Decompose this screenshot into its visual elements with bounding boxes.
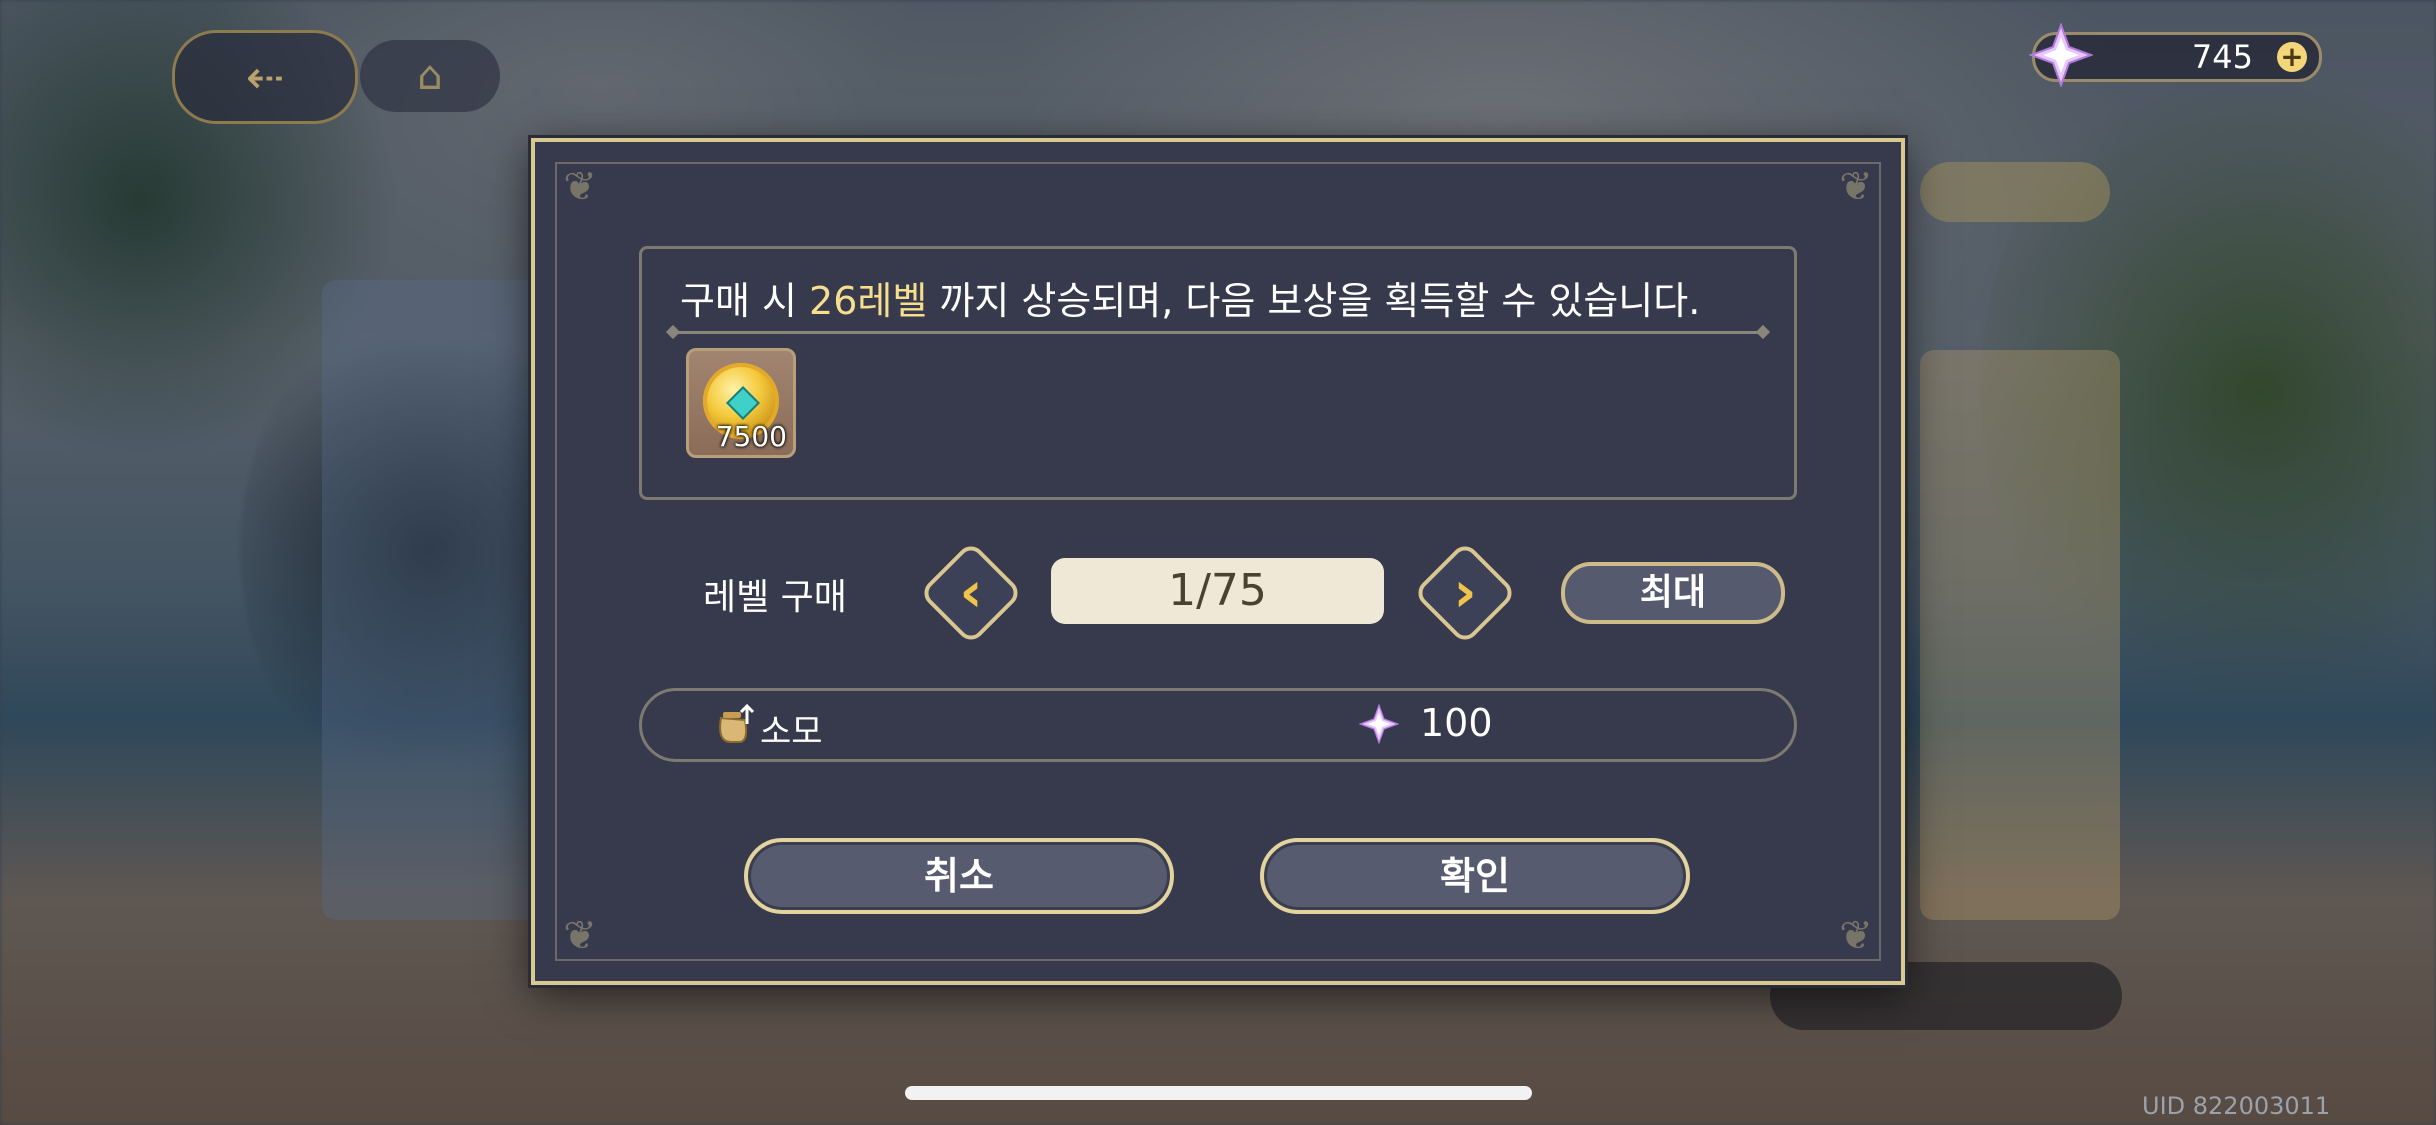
crystal-gem-icon — [1359, 704, 1399, 744]
decrease-level-button[interactable]: ‹ — [918, 540, 1024, 646]
home-indicator[interactable] — [905, 1086, 1532, 1100]
currency-amount: 745 — [2191, 38, 2253, 76]
home-button[interactable]: ⌂ — [360, 40, 500, 112]
back-arrow-icon: ⇠ — [245, 50, 285, 104]
cancel-button[interactable]: 취소 — [744, 838, 1174, 914]
increase-level-button[interactable]: › — [1412, 540, 1518, 646]
corner-ornament-icon: ❦ — [1839, 164, 1873, 210]
cost-label: 소모 — [760, 712, 823, 752]
reward-message: 구매 시 26레벨 까지 상승되며, 다음 보상을 획득할 수 있습니다. — [680, 270, 1700, 325]
bag-icon — [719, 703, 755, 743]
reward-item-count: 7500 — [715, 420, 787, 453]
corner-ornament-icon: ❦ — [1839, 913, 1873, 959]
add-currency-button[interactable]: + — [2277, 42, 2307, 72]
cost-value: 100 — [1420, 701, 1493, 745]
chevron-left-icon: ‹ — [959, 560, 983, 625]
coin-gem-inlay — [726, 386, 760, 420]
currency-display: 745 + — [2029, 23, 2322, 87]
max-button[interactable]: 최대 — [1561, 562, 1785, 624]
reward-item-slot[interactable]: 7500 — [686, 348, 796, 458]
divider — [672, 331, 1764, 334]
level-count-field[interactable]: 1/75 — [1051, 558, 1384, 624]
message-prefix: 구매 시 — [680, 279, 810, 323]
level-purchase-label: 레벨 구매 — [703, 577, 847, 618]
home-icon: ⌂ — [417, 53, 443, 99]
background-level-tag — [1920, 162, 2110, 222]
back-button[interactable]: ⇠ — [172, 30, 358, 124]
message-level-highlight: 26레벨 — [809, 279, 928, 323]
crystal-gem-icon — [2029, 23, 2093, 87]
corner-ornament-icon: ❦ — [563, 164, 597, 210]
message-suffix: 까지 상승되며, 다음 보상을 획득할 수 있습니다. — [927, 279, 1701, 323]
corner-ornament-icon: ❦ — [563, 913, 597, 959]
chevron-right-icon: › — [1453, 560, 1477, 625]
confirm-button[interactable]: 확인 — [1260, 838, 1690, 914]
user-id: UID 822003011 — [2142, 1092, 2331, 1120]
background-panel-right — [1920, 350, 2120, 920]
